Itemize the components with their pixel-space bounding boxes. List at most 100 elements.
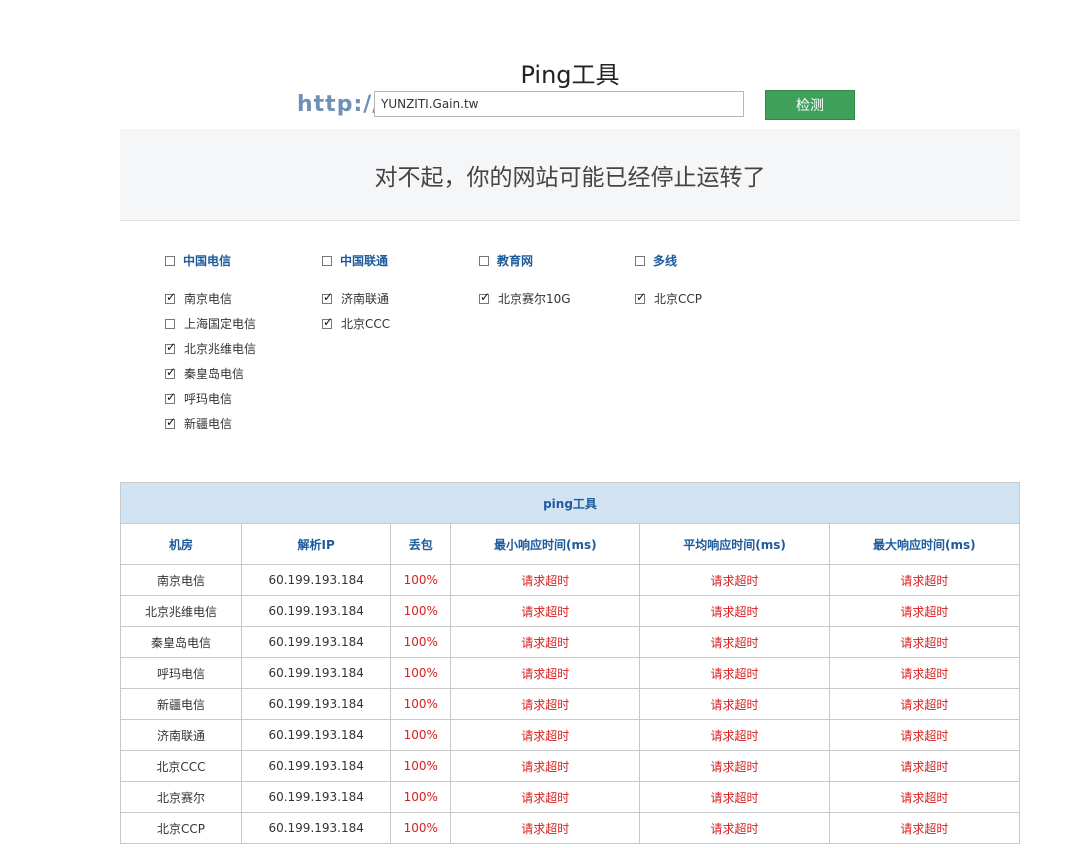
avg-time-cell: 请求超时 — [639, 657, 830, 689]
node-cell: 秦皇岛电信 — [120, 626, 242, 658]
table-row: 北京兆维电信 60.199.193.184 100% 请求超时 请求超时 请求超时 — [120, 595, 1021, 627]
max-time-cell: 请求超时 — [828, 626, 1021, 658]
node-label: 北京CCP — [654, 292, 702, 306]
group-label: 教育网 — [497, 254, 534, 268]
node-label: 北京兆维电信 — [184, 342, 257, 356]
node-label: 济南联通 — [341, 292, 390, 306]
node-option[interactable]: 济南联通 — [322, 288, 390, 306]
group-checkbox[interactable] — [165, 255, 175, 266]
max-time-cell: 请求超时 — [828, 719, 1021, 751]
loss-cell: 100% — [390, 564, 452, 596]
loss-cell: 100% — [390, 781, 452, 813]
node-checkbox[interactable] — [635, 290, 646, 304]
column-header: 机房 — [120, 523, 242, 565]
node-cell: 济南联通 — [120, 719, 242, 751]
group-checkbox[interactable] — [322, 255, 332, 266]
node-option[interactable]: 北京CCP — [635, 288, 702, 306]
node-checkbox[interactable] — [165, 340, 176, 354]
url-input[interactable] — [374, 91, 744, 117]
ip-cell: 60.199.193.184 — [240, 626, 392, 658]
node-option[interactable]: 上海国定电信 — [165, 313, 257, 331]
ip-cell: 60.199.193.184 — [240, 564, 392, 596]
group-label: 中国电信 — [183, 254, 232, 268]
ip-cell: 60.199.193.184 — [240, 719, 392, 751]
min-time-cell: 请求超时 — [450, 626, 641, 658]
node-option[interactable]: 南京电信 — [165, 288, 232, 306]
node-label: 呼玛电信 — [184, 392, 233, 406]
avg-time-cell: 请求超时 — [639, 719, 830, 751]
ip-cell: 60.199.193.184 — [240, 688, 392, 720]
node-option[interactable]: 北京CCC — [322, 313, 391, 331]
min-time-cell: 请求超时 — [450, 595, 641, 627]
detect-button[interactable]: 检测 — [765, 90, 855, 120]
node-label: 北京赛尔10G — [498, 292, 571, 306]
group-header[interactable]: 教育网 — [479, 250, 534, 268]
group-checkbox[interactable] — [479, 255, 489, 266]
ip-cell: 60.199.193.184 — [240, 750, 392, 782]
node-checkbox[interactable] — [479, 290, 490, 304]
node-cell: 北京CCP — [120, 812, 242, 844]
avg-time-cell: 请求超时 — [639, 781, 830, 813]
group-label: 中国联通 — [340, 254, 389, 268]
node-option[interactable]: 新疆电信 — [165, 413, 233, 431]
node-checkbox[interactable] — [165, 415, 176, 429]
min-time-cell: 请求超时 — [450, 657, 641, 689]
table-row: 北京CCP 60.199.193.184 100% 请求超时 请求超时 请求超时 — [120, 812, 1021, 844]
column-header: 解析IP — [240, 523, 392, 565]
node-checkbox[interactable] — [165, 290, 176, 304]
group-header[interactable]: 中国联通 — [322, 250, 389, 268]
node-checkbox[interactable] — [322, 315, 333, 329]
min-time-cell: 请求超时 — [450, 719, 641, 751]
column-header: 最小响应时间(ms) — [450, 523, 641, 565]
node-label: 上海国定电信 — [184, 317, 257, 331]
node-option[interactable]: 呼玛电信 — [165, 388, 233, 406]
ip-cell: 60.199.193.184 — [240, 812, 392, 844]
loss-cell: 100% — [390, 595, 452, 627]
loss-cell: 100% — [390, 719, 452, 751]
node-checkbox[interactable] — [165, 365, 176, 379]
node-option[interactable]: 秦皇岛电信 — [165, 363, 245, 381]
node-option[interactable]: 北京兆维电信 — [165, 338, 257, 356]
max-time-cell: 请求超时 — [828, 595, 1021, 627]
avg-time-cell: 请求超时 — [639, 626, 830, 658]
loss-cell: 100% — [390, 812, 452, 844]
group-checkbox[interactable] — [635, 255, 645, 266]
avg-time-cell: 请求超时 — [639, 595, 830, 627]
min-time-cell: 请求超时 — [450, 750, 641, 782]
table-row: 呼玛电信 60.199.193.184 100% 请求超时 请求超时 请求超时 — [120, 657, 1021, 689]
http-prefix: http:// — [297, 92, 382, 117]
group-header[interactable]: 中国电信 — [165, 250, 232, 268]
table-header-row: 机房 解析IP 丢包 最小响应时间(ms) 平均响应时间(ms) 最大响应时间(ms) — [120, 523, 1021, 565]
page-title: Ping工具 — [520, 61, 620, 89]
status-message: 对不起，你的网站可能已经停止运转了 — [120, 129, 1020, 221]
ip-cell: 60.199.193.184 — [240, 657, 392, 689]
avg-time-cell: 请求超时 — [639, 750, 830, 782]
node-checkbox[interactable] — [322, 290, 333, 304]
loss-cell: 100% — [390, 750, 452, 782]
node-label: 秦皇岛电信 — [184, 367, 245, 381]
max-time-cell: 请求超时 — [828, 657, 1021, 689]
min-time-cell: 请求超时 — [450, 812, 641, 844]
group-header[interactable]: 多线 — [635, 250, 677, 268]
node-option[interactable]: 北京赛尔10G — [479, 288, 571, 306]
node-checkbox[interactable] — [165, 390, 176, 404]
column-header: 最大响应时间(ms) — [828, 523, 1021, 565]
node-cell: 北京赛尔 — [120, 781, 242, 813]
column-header: 平均响应时间(ms) — [639, 523, 830, 565]
loss-cell: 100% — [390, 626, 452, 658]
table-caption: ping工具 — [120, 482, 1020, 524]
avg-time-cell: 请求超时 — [639, 812, 830, 844]
min-time-cell: 请求超时 — [450, 781, 641, 813]
avg-time-cell: 请求超时 — [639, 564, 830, 596]
max-time-cell: 请求超时 — [828, 812, 1021, 844]
ip-cell: 60.199.193.184 — [240, 781, 392, 813]
avg-time-cell: 请求超时 — [639, 688, 830, 720]
loss-cell: 100% — [390, 688, 452, 720]
node-label: 北京CCC — [341, 317, 391, 331]
node-label: 新疆电信 — [184, 417, 233, 431]
table-row: 北京赛尔 60.199.193.184 100% 请求超时 请求超时 请求超时 — [120, 781, 1021, 813]
node-checkbox[interactable] — [165, 318, 175, 329]
max-time-cell: 请求超时 — [828, 564, 1021, 596]
table-row: 北京CCC 60.199.193.184 100% 请求超时 请求超时 请求超时 — [120, 750, 1021, 782]
max-time-cell: 请求超时 — [828, 750, 1021, 782]
